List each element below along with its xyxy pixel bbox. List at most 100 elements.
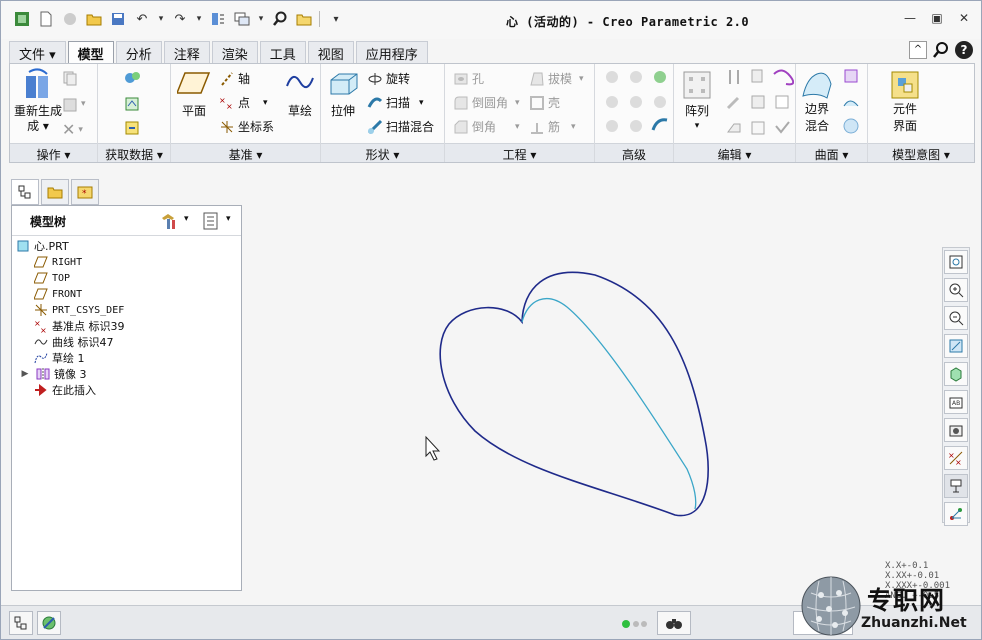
close-window-folder-icon[interactable]	[295, 10, 313, 28]
tree-item-sketch[interactable]: 草绘 1	[34, 350, 85, 366]
tree-item-label: TOP	[52, 272, 71, 284]
group-engineering-label[interactable]: 工程 ▾	[445, 143, 594, 162]
datum-display-icon[interactable]: × ×	[944, 446, 968, 470]
component-interface-button[interactable]: 元件 界面	[890, 70, 920, 134]
tab-tools[interactable]: 工具	[259, 41, 306, 63]
refit-icon[interactable]	[944, 250, 968, 274]
tree-item-mirror[interactable]: ▶ 镜像 3	[18, 366, 87, 382]
help-icon[interactable]: ?	[955, 41, 973, 59]
zoom-in-icon[interactable]	[944, 278, 968, 302]
tree-item-label: 曲线 标识47	[52, 336, 114, 349]
tab-annotate[interactable]: 注释	[163, 41, 210, 63]
csys-button[interactable]: 坐标系	[219, 118, 274, 135]
tree-item-part[interactable]: 心.PRT	[16, 238, 69, 254]
tree-item-curve[interactable]: 曲线 标识47	[34, 334, 114, 350]
open-folder-icon[interactable]	[85, 10, 103, 28]
group-model-intent-label[interactable]: 模型意图 ▾	[868, 143, 974, 162]
svg-text:×: ×	[955, 458, 962, 466]
tab-analysis[interactable]: 分析	[115, 41, 162, 63]
view-manager-icon[interactable]	[944, 418, 968, 442]
extrude-button[interactable]: 拉伸	[327, 70, 359, 119]
sketch-button[interactable]: 草绘	[285, 70, 315, 119]
group-shapes-label[interactable]: 形状 ▾	[321, 143, 444, 162]
close-icon[interactable]: ✕	[955, 11, 973, 27]
spin-center-icon[interactable]	[944, 502, 968, 526]
show-navigator-icon[interactable]	[9, 611, 33, 635]
regenerate-small-icon[interactable]	[209, 10, 227, 28]
graphics-area[interactable]	[245, 169, 939, 605]
repaint-icon[interactable]	[944, 334, 968, 358]
title-bar: ↶ ▾ ↷ ▾ ▾ ▾ 心 (活动的) - Creo Parametric 2.…	[1, 1, 981, 39]
surface-icons	[843, 69, 859, 134]
revolve-button[interactable]: 旋转	[367, 70, 410, 87]
tab-model[interactable]: 模型	[67, 41, 114, 64]
tab-render[interactable]: 渲染	[211, 41, 258, 63]
saved-views-icon[interactable]: AB	[944, 390, 968, 414]
group-surfaces-label[interactable]: 曲面 ▾	[796, 143, 867, 162]
group-datum-label[interactable]: 基准 ▾	[171, 143, 320, 162]
windows-icon[interactable]	[233, 10, 251, 28]
group-shapes: 拉伸 旋转 扫描 ▾ 扫描混合 形状 ▾	[321, 64, 445, 162]
merge-inheritance-icon[interactable]	[124, 120, 142, 136]
maximize-icon[interactable]: ▣	[928, 11, 946, 27]
component-interface-icon	[891, 71, 919, 99]
annotation-display-icon[interactable]	[944, 474, 968, 498]
swept-blend-button[interactable]: 扫描混合	[367, 118, 434, 135]
plane-button[interactable]: 平面	[177, 70, 211, 119]
find-icon[interactable]	[271, 10, 289, 28]
tab-applications[interactable]: 应用程序	[355, 41, 428, 63]
sweep-label: 扫描	[386, 96, 411, 110]
sweep-button[interactable]: 扫描 ▾	[367, 94, 424, 111]
tab-view[interactable]: 视图	[307, 41, 354, 63]
boundary-blend-button[interactable]: 边界 混合	[800, 70, 834, 134]
tree-settings-icon[interactable]	[160, 212, 178, 233]
show-columns-icon[interactable]	[202, 212, 220, 233]
show-browser-icon[interactable]	[37, 611, 61, 635]
new-file-icon[interactable]	[37, 10, 55, 28]
csys-label: 坐标系	[238, 120, 275, 134]
point-button[interactable]: × × 点 ▾	[219, 94, 268, 111]
redo-dropdown-icon[interactable]: ▾	[195, 10, 203, 28]
user-defined-feature-icon[interactable]	[124, 70, 142, 86]
customize-dropdown-icon[interactable]: ▾	[327, 10, 345, 28]
regenerate-button[interactable]: 重新生成 成 ▾	[14, 68, 62, 134]
tree-item-right[interactable]: RIGHT	[34, 254, 82, 270]
model-tree-panel: 模型树 ▾ ▾ 心.PRT RIGHT TOP FRONT PRT_CSYS_D…	[11, 205, 242, 591]
group-get-data-label[interactable]: 获取数据 ▾	[98, 143, 170, 162]
redo-icon[interactable]: ↷	[171, 10, 189, 28]
group-editing: 阵列 ▾ 编辑 ▾	[674, 64, 796, 162]
tree-item-top[interactable]: TOP	[34, 270, 70, 286]
find-binoculars-icon[interactable]	[657, 611, 691, 635]
axis-button[interactable]: 轴	[219, 70, 250, 87]
pattern-label: 阵列	[684, 104, 709, 118]
undo-dropdown-icon[interactable]: ▾	[157, 10, 165, 28]
svg-text:×: ×	[219, 96, 226, 105]
undo-icon[interactable]: ↶	[133, 10, 151, 28]
folder-browser-tab-icon[interactable]	[41, 179, 69, 205]
minimize-ribbon-icon[interactable]: ^	[909, 41, 927, 59]
expand-arrow-icon[interactable]: ▶	[18, 367, 32, 381]
display-style-icon[interactable]	[944, 362, 968, 386]
tree-settings-dropdown-icon[interactable]: ▾	[184, 214, 189, 224]
zoom-out-icon[interactable]	[944, 306, 968, 330]
creo-window: ↶ ▾ ↷ ▾ ▾ ▾ 心 (活动的) - Creo Parametric 2.…	[0, 0, 982, 640]
tree-item-datum-point[interactable]: × × 基准点 标识39	[34, 318, 125, 334]
app-icon[interactable]	[13, 10, 31, 28]
minimize-icon[interactable]: —	[901, 11, 919, 27]
show-dropdown-icon[interactable]: ▾	[226, 214, 231, 224]
save-icon[interactable]	[109, 10, 127, 28]
group-editing-label[interactable]: 编辑 ▾	[674, 143, 795, 162]
favorites-tab-icon[interactable]: *	[71, 179, 99, 205]
tree-item-csys[interactable]: PRT_CSYS_DEF	[34, 302, 124, 318]
copy-geometry-icon[interactable]	[124, 96, 142, 112]
windows-dropdown-icon[interactable]: ▾	[257, 10, 265, 28]
tab-file[interactable]: 文件 ▾	[9, 41, 66, 63]
tree-item-front[interactable]: FRONT	[34, 286, 82, 302]
round-button: 倒圆角 ▾	[453, 94, 520, 111]
group-advanced-label[interactable]: 高级	[595, 143, 673, 162]
tree-item-insert-here[interactable]: 在此插入	[34, 382, 96, 398]
model-tree-tab-icon[interactable]	[11, 179, 39, 205]
pattern-button[interactable]: 阵列 ▾	[682, 70, 712, 131]
search-icon[interactable]	[932, 41, 950, 59]
group-operations-label[interactable]: 操作 ▾	[10, 143, 97, 162]
